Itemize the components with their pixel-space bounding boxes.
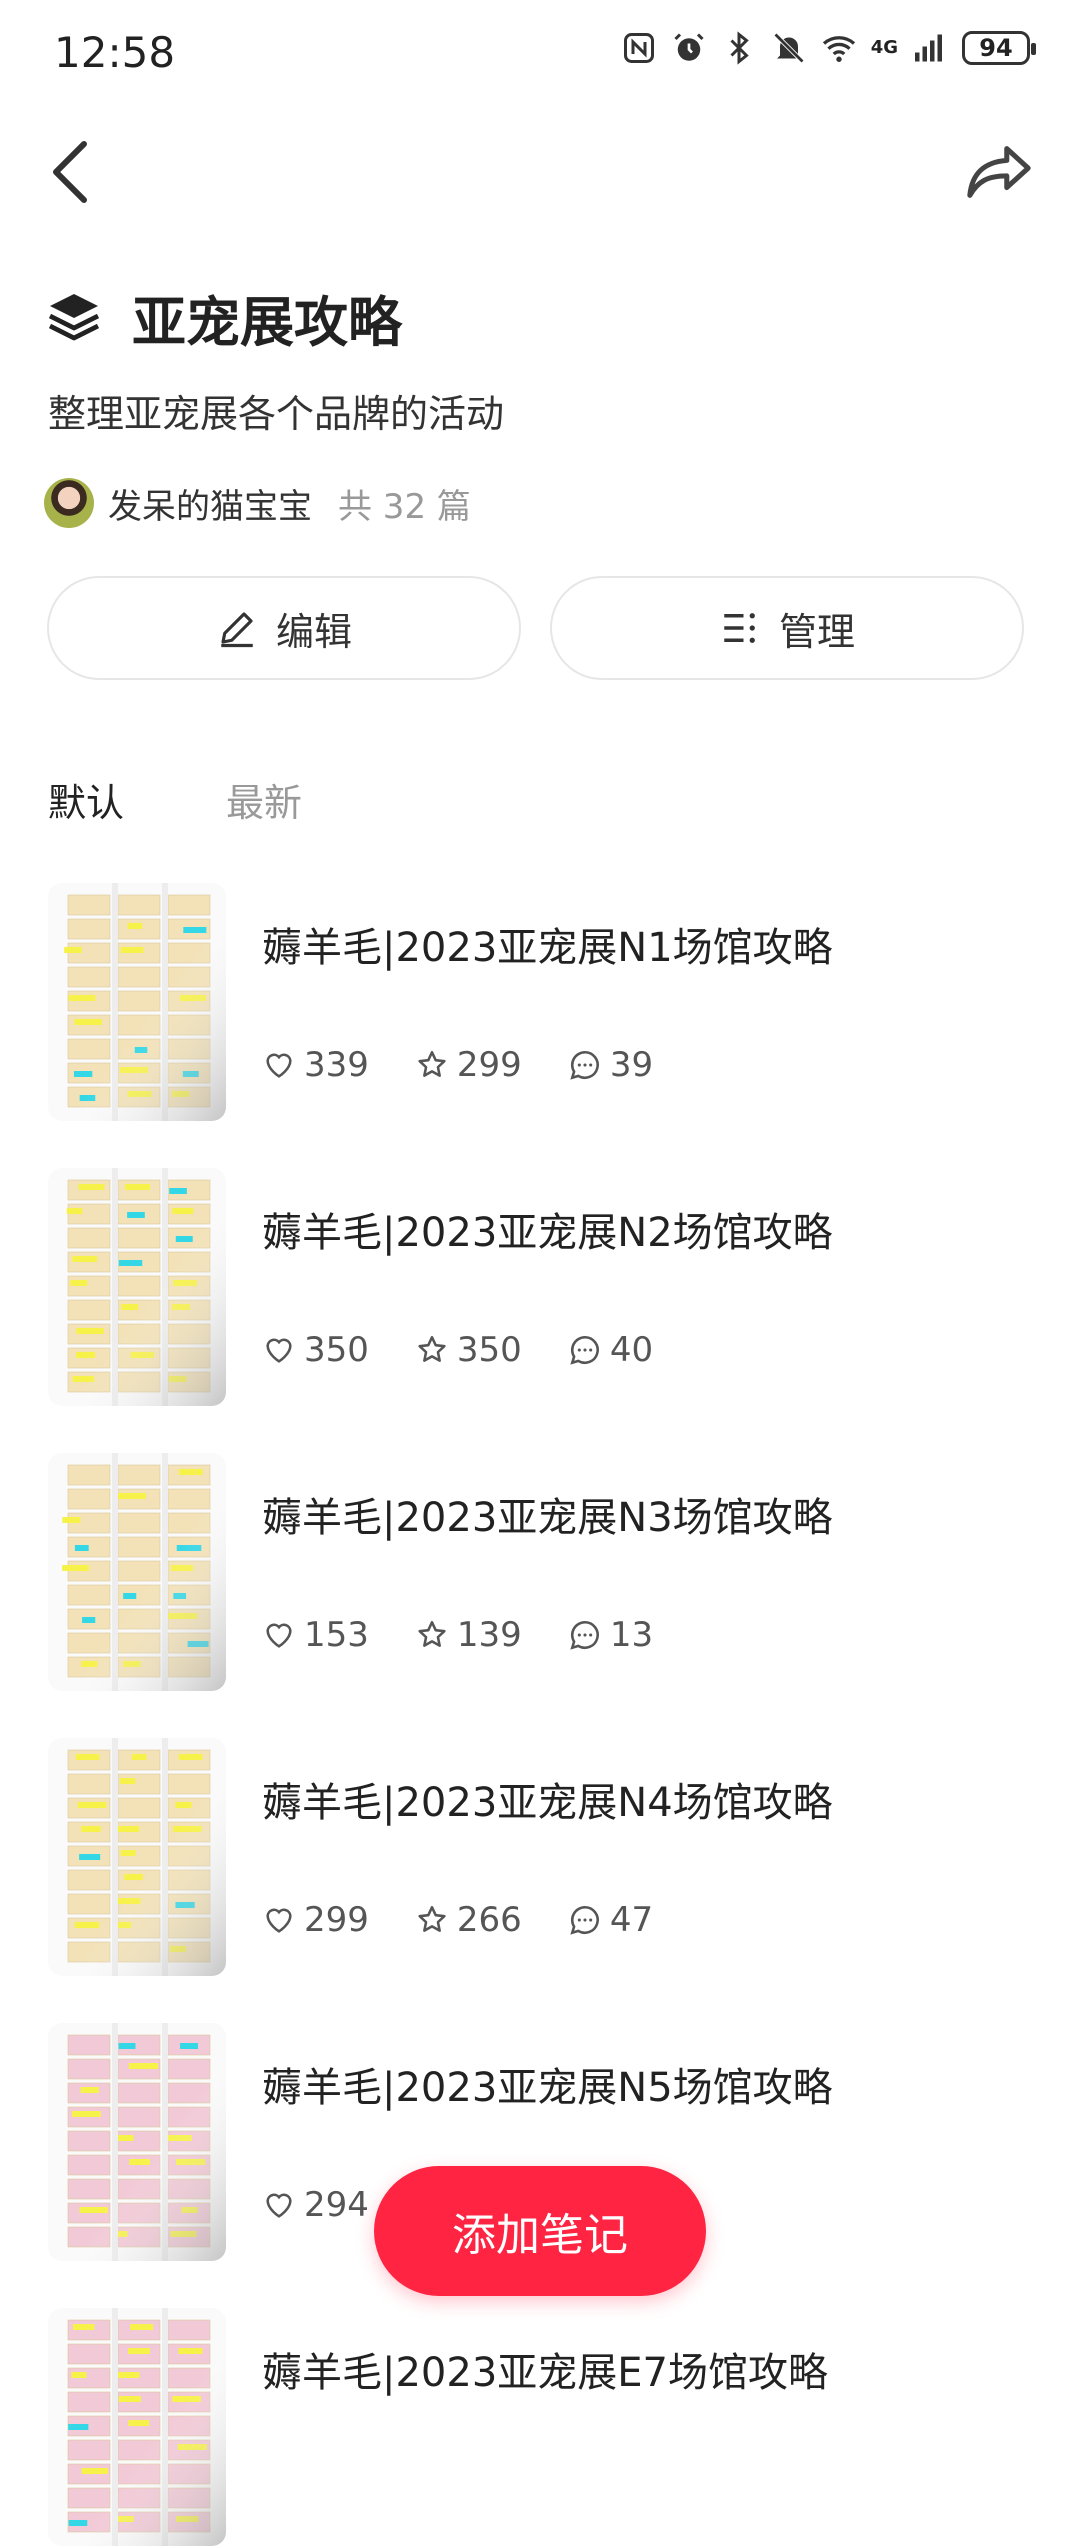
note-stats: 153 139 13 — [262, 1615, 699, 1655]
like-value: 294 — [304, 2185, 369, 2225]
back-icon[interactable] — [44, 140, 100, 204]
note-stats: 339 299 39 — [262, 1045, 699, 1085]
like-value: 350 — [304, 1330, 369, 1370]
bluetooth-icon — [730, 31, 749, 65]
status-icons: 4G 94 — [621, 30, 1036, 66]
note-count: 共 32 篇 — [338, 486, 471, 527]
comment-icon — [570, 1620, 599, 1650]
collect-count[interactable]: 266 — [415, 1900, 522, 1940]
tab-latest[interactable]: 最新 — [226, 772, 302, 827]
battery-indicator: 94 — [962, 31, 1036, 65]
manage-button[interactable]: 管理 — [550, 576, 1024, 680]
like-count[interactable]: 350 — [262, 1330, 369, 1370]
heart-icon — [266, 1053, 292, 1078]
status-bar: 12:58 4G 94 — [0, 0, 1080, 110]
note-thumbnail[interactable] — [48, 883, 226, 1121]
note-thumbnail[interactable] — [48, 1738, 226, 1976]
heart-icon — [266, 1623, 292, 1648]
comment-value: 40 — [609, 1330, 654, 1370]
pencil-icon — [221, 612, 253, 648]
edit-label: 编辑 — [275, 609, 352, 654]
collect-count[interactable]: 350 — [415, 1330, 522, 1370]
like-count[interactable]: 299 — [262, 1900, 369, 1940]
note-item[interactable]: 薅羊毛|2023亚宠展N4场馆攻略 299 266 47 — [48, 1738, 1038, 1978]
share-icon[interactable] — [964, 140, 1034, 204]
note-title[interactable]: 薅羊毛|2023亚宠展E7场馆攻略 — [262, 2340, 828, 2398]
note-thumbnail[interactable] — [48, 1168, 226, 1406]
page-title: 亚宠展攻略 — [132, 291, 402, 354]
author-name[interactable]: 发呆的猫宝宝 — [108, 479, 312, 528]
note-stats: 350 350 40 — [262, 1330, 699, 1370]
wifi-icon — [822, 36, 855, 62]
comment-value: 39 — [609, 1045, 654, 1085]
collection-icon — [48, 294, 100, 341]
star-icon — [418, 1050, 446, 1077]
heart-icon — [266, 2193, 292, 2218]
note-title[interactable]: 薅羊毛|2023亚宠展N1场馆攻略 — [262, 915, 833, 973]
comment-count[interactable]: 13 — [568, 1615, 653, 1655]
note-item[interactable]: 薅羊毛|2023亚宠展E7场馆攻略 — [48, 2308, 1038, 2548]
note-title[interactable]: 薅羊毛|2023亚宠展N4场馆攻略 — [262, 1770, 833, 1828]
note-item[interactable]: 薅羊毛|2023亚宠展N1场馆攻略 339 299 39 — [48, 883, 1038, 1123]
battery-level: 94 — [979, 34, 1013, 62]
add-note-button[interactable]: 添加笔记 — [374, 2166, 706, 2296]
note-stats: 299 266 47 — [262, 1900, 699, 1940]
like-value: 153 — [304, 1615, 369, 1655]
star-icon — [418, 1335, 446, 1362]
comment-icon — [570, 1335, 599, 1365]
note-title[interactable]: 薅羊毛|2023亚宠展N5场馆攻略 — [262, 2055, 833, 2113]
note-title[interactable]: 薅羊毛|2023亚宠展N3场馆攻略 — [262, 1485, 833, 1543]
nfc-icon — [623, 33, 654, 63]
heart-icon — [266, 1338, 292, 1363]
network-type: 4G — [870, 37, 898, 58]
star-icon — [418, 1905, 446, 1932]
note-thumbnail[interactable] — [48, 2308, 226, 2546]
status-time: 12:58 — [54, 28, 176, 77]
manage-label: 管理 — [778, 609, 855, 654]
star-icon — [418, 1620, 446, 1647]
heart-icon — [266, 1908, 292, 1933]
comment-count[interactable]: 47 — [568, 1900, 653, 1940]
like-count[interactable]: 153 — [262, 1615, 369, 1655]
collect-count[interactable]: 139 — [415, 1615, 522, 1655]
note-item[interactable]: 薅羊毛|2023亚宠展N2场馆攻略 350 350 40 — [48, 1168, 1038, 1408]
tab-default[interactable]: 默认 — [48, 772, 124, 827]
collect-value: 139 — [456, 1615, 522, 1655]
collect-count[interactable]: 299 — [415, 1045, 522, 1085]
collect-value: 266 — [456, 1900, 522, 1940]
like-value: 339 — [304, 1045, 369, 1085]
signal-icon — [915, 34, 942, 62]
comment-icon — [570, 1905, 599, 1935]
comment-icon — [570, 1050, 599, 1080]
note-title[interactable]: 薅羊毛|2023亚宠展N2场馆攻略 — [262, 1200, 833, 1258]
note-thumbnail[interactable] — [48, 2023, 226, 2261]
note-item[interactable]: 薅羊毛|2023亚宠展N3场馆攻略 153 139 13 — [48, 1453, 1038, 1693]
list-icon — [724, 613, 755, 643]
comment-value: 13 — [609, 1615, 654, 1655]
alarm-icon — [674, 33, 704, 61]
comment-value: 47 — [609, 1900, 654, 1940]
mute-icon — [773, 32, 804, 64]
avatar[interactable] — [44, 478, 94, 528]
collect-value: 350 — [456, 1330, 522, 1370]
comment-count[interactable]: 39 — [568, 1045, 653, 1085]
collect-value: 299 — [456, 1045, 522, 1085]
note-thumbnail[interactable] — [48, 1453, 226, 1691]
edit-button[interactable]: 编辑 — [47, 576, 521, 680]
comment-count[interactable]: 40 — [568, 1330, 653, 1370]
like-count[interactable]: 339 — [262, 1045, 369, 1085]
like-value: 299 — [304, 1900, 369, 1940]
collection-description: 整理亚宠展各个品牌的活动 — [48, 392, 505, 436]
like-count[interactable]: 294 — [262, 2185, 369, 2225]
author-row[interactable]: 发呆的猫宝宝 共 32 篇 — [44, 478, 471, 528]
